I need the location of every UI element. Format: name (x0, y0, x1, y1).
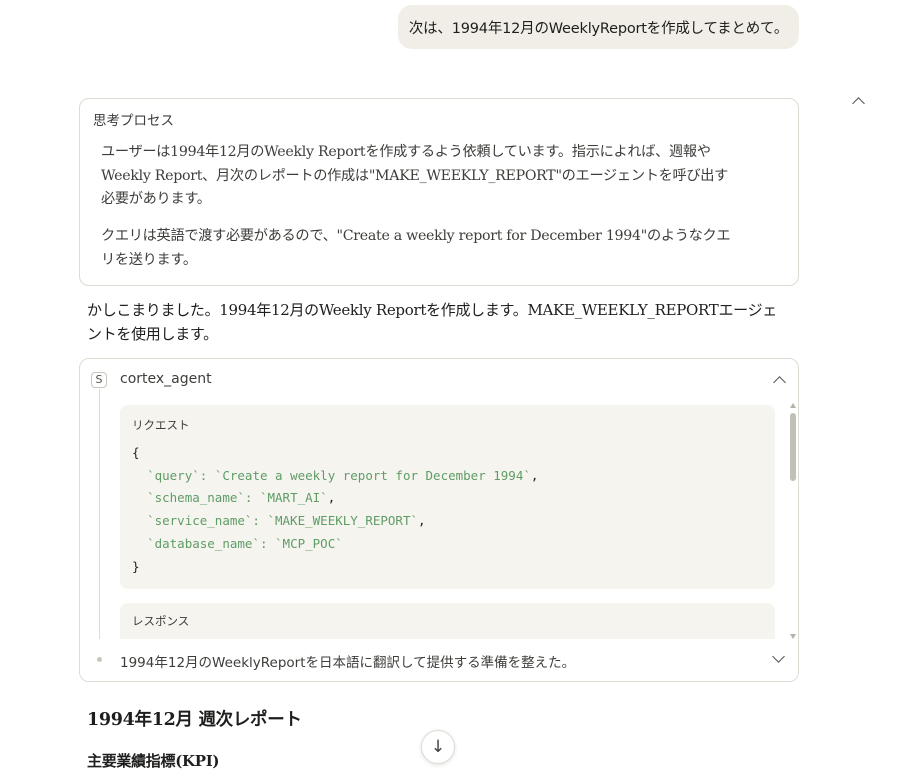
request-code: { `query`: `Create a weekly report for D… (132, 445, 539, 574)
code-value: `MART_AI` (259, 490, 328, 506)
tool-detail-scroll-area[interactable]: リクエスト { `query`: `Create a weekly report… (120, 403, 775, 639)
user-message-text: 次は、1994年12月のWeeklyReportを作成してまとめて。 (408, 20, 789, 37)
scroll-up-arrow-icon[interactable] (790, 403, 796, 408)
thinking-process-card: 思考プロセス ユーザーは1994年12月のWeekly Reportを作成するよ… (79, 97, 865, 286)
thinking-paragraph-2: クエリは英語で渡す必要があるので、"Create a weekly report… (101, 228, 731, 268)
tool-result-summary: 1994年12月のWeeklyReportを日本語に翻訳して提供する準備を整えた… (120, 655, 576, 671)
response-box: レスポンス (120, 603, 775, 639)
response-label: レスポンス (132, 614, 190, 628)
request-box: リクエスト { `query`: `Create a weekly report… (120, 405, 775, 589)
timeline-line (99, 389, 100, 641)
tool-collapse-chevron-up-icon[interactable] (773, 376, 786, 389)
tool-name: cortex_agent (120, 371, 212, 387)
assistant-reply-text: かしこまりました。1994年12月のWeekly Reportを作成します。MA… (87, 301, 777, 343)
thinking-process-title: 思考プロセス (93, 113, 174, 129)
code-open-brace: { (132, 445, 140, 460)
code-value: `Create a weekly report for December 199… (214, 467, 531, 483)
timeline-dot (97, 657, 102, 662)
code-close-brace: } (132, 558, 140, 574)
scrollbar-thumb[interactable] (790, 413, 796, 481)
tool-call-card: S cortex_agent リクエスト { `query`: `Create … (79, 358, 799, 682)
request-label: リクエスト (132, 418, 190, 432)
tool-result-summary-row[interactable]: 1994年12月のWeeklyReportを日本語に翻訳して提供する準備を整えた… (80, 639, 798, 681)
user-message-bubble: 次は、1994年12月のWeeklyReportを作成してまとめて。 (398, 5, 799, 49)
code-key: `database_name` (147, 535, 260, 551)
report-title: 1994年12月 週次レポート (87, 710, 302, 730)
thinking-paragraph-1: ユーザーは1994年12月のWeekly Reportを作成するよう依頼していま… (101, 144, 729, 207)
collapse-chevron-up-icon[interactable] (852, 97, 865, 110)
code-value: `MCP_POC` (275, 535, 343, 551)
code-key: `query` (147, 467, 200, 483)
report-section-heading: 主要業績指標(KPI) (87, 752, 220, 770)
code-key: `schema_name` (147, 490, 245, 506)
vertical-scrollbar[interactable] (789, 403, 797, 639)
scroll-to-bottom-button[interactable]: ↓ (421, 730, 455, 764)
tool-badge: S (91, 372, 107, 388)
code-key: `service_name` (147, 513, 253, 529)
arrow-down-icon: ↓ (430, 737, 446, 757)
expand-chevron-down-icon[interactable] (772, 650, 785, 663)
code-value: `MAKE_WEEKLY_REPORT` (267, 513, 418, 529)
